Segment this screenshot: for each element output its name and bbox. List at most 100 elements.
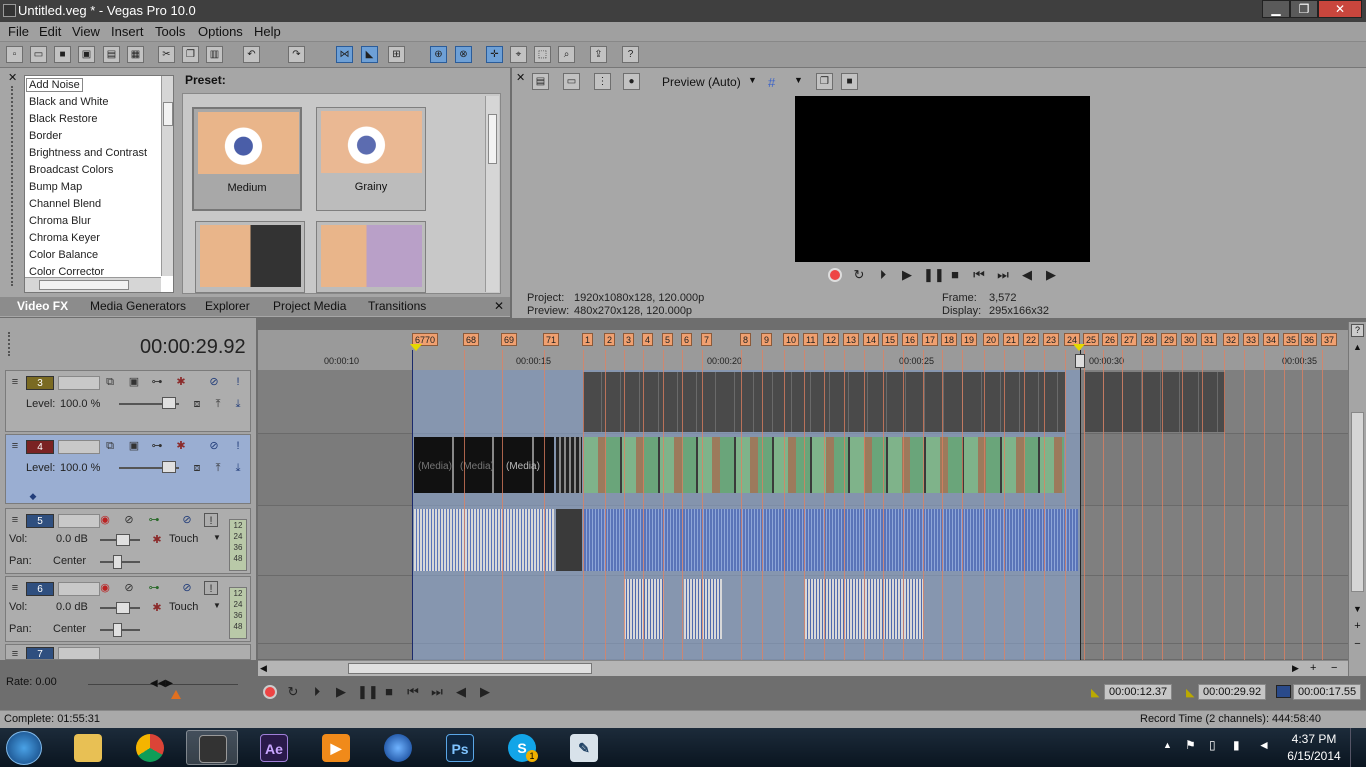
audio-waveform-event[interactable]	[414, 509, 554, 571]
copy-snapshot-icon[interactable]: ❐	[816, 73, 833, 90]
volume-slider-knob[interactable]	[116, 534, 130, 546]
scroll-right-icon[interactable]: ▶	[1292, 663, 1299, 674]
preset-scrollbar[interactable]	[485, 96, 499, 292]
zoom-tool-icon[interactable]: ⌕	[558, 46, 575, 63]
action-center-icon[interactable]: ⚑	[1185, 738, 1196, 752]
automation-icon[interactable]: ⧈	[190, 461, 204, 475]
hscroll-thumb[interactable]	[348, 663, 592, 674]
compositing-icon[interactable]: ▣	[127, 375, 141, 389]
device-icon[interactable]: ▯	[1209, 738, 1216, 752]
mute-icon[interactable]: ⊘	[207, 375, 221, 389]
menu-insert[interactable]: Insert	[111, 24, 144, 39]
track-header-3[interactable]: ≡ 3 ⧉ ▣ ⊶ ✱ ⊘ ! Level: 100.0 % ⧈ ⤒ ⤓	[5, 370, 251, 432]
menu-tools[interactable]: Tools	[155, 24, 185, 39]
expand-icon[interactable]: ⤒	[211, 461, 225, 475]
volume-icon[interactable]: ◄	[1258, 738, 1270, 752]
next-frame-icon[interactable]: ▶	[477, 684, 493, 700]
collapse-icon[interactable]: ⤓	[231, 461, 245, 475]
tab-project-media[interactable]: Project Media	[273, 299, 346, 313]
mute-icon[interactable]: ⊘	[180, 513, 194, 527]
rate-slider-knob[interactable]: ◀◀▶	[150, 678, 173, 689]
taskbar-vegas[interactable]	[186, 730, 238, 765]
track-fx-icon[interactable]: ⊶	[147, 581, 161, 595]
record-icon[interactable]	[263, 685, 277, 699]
track-fx-icon[interactable]: ✱	[174, 439, 188, 453]
maximize-button[interactable]: ❐	[1290, 0, 1318, 18]
split-screen-icon[interactable]: ●	[623, 73, 640, 90]
fx-item[interactable]: Channel Blend	[29, 198, 101, 210]
panel-grip[interactable]	[11, 86, 13, 286]
redo-icon[interactable]: ↷	[288, 46, 305, 63]
audio-waveform-event[interactable]	[624, 579, 664, 639]
go-to-start-icon[interactable]: ⏮	[405, 684, 421, 700]
project-video-properties-icon[interactable]: ▤	[532, 73, 549, 90]
copy-icon[interactable]: ❐	[182, 46, 199, 63]
save-snapshot-icon[interactable]: ■	[841, 73, 858, 90]
menu-options[interactable]: Options	[198, 24, 243, 39]
preset-4[interactable]	[316, 221, 426, 293]
video-event-strip[interactable]	[583, 372, 1065, 432]
zoom-out-icon[interactable]: −	[1351, 638, 1364, 651]
track-menu-icon[interactable]: ≡	[8, 439, 22, 453]
fx-item[interactable]: Chroma Blur	[29, 215, 91, 227]
selection-end-time[interactable]: 00:00:29.92	[1198, 684, 1267, 700]
start-button[interactable]	[6, 731, 42, 765]
scroll-left-icon[interactable]: ◀	[260, 663, 267, 674]
track-fx-icon[interactable]: ✱	[174, 375, 188, 389]
audio-waveform-event[interactable]	[805, 579, 923, 639]
menu-edit[interactable]: Edit	[39, 24, 61, 39]
chevron-down-icon[interactable]: ▼	[213, 601, 221, 610]
level-slider-knob[interactable]	[162, 397, 176, 409]
go-to-end-icon[interactable]: ⏭	[429, 684, 445, 700]
automation-settings-icon[interactable]: ✱	[150, 601, 164, 615]
lock-envelopes-icon[interactable]: ⊕	[430, 46, 447, 63]
zoom-in-icon[interactable]: +	[1310, 662, 1316, 674]
track-name-field[interactable]	[58, 376, 100, 390]
play-from-start-icon[interactable]: ⏵	[309, 684, 325, 700]
video-fx-icon[interactable]: ⋮	[594, 73, 611, 90]
track-header-6[interactable]: ≡ 6 ◉ ⊘ ⊶ ⊘ ! Vol: 0.0 dB ✱ Touch ▼ Pan:…	[5, 576, 251, 642]
compositing-icon[interactable]: ▣	[127, 439, 141, 453]
fx-item-add-noise[interactable]: Add Noise	[26, 78, 83, 92]
pan-slider-knob[interactable]	[113, 555, 122, 569]
cut-icon[interactable]: ✂	[158, 46, 175, 63]
fx-list-scrollbar[interactable]	[161, 76, 173, 276]
volume-slider-knob[interactable]	[116, 602, 130, 614]
fx-item[interactable]: Color Balance	[29, 249, 98, 261]
go-to-end-icon[interactable]: ⏭	[995, 267, 1011, 283]
fx-item[interactable]: Chroma Keyer	[29, 232, 100, 244]
video-event[interactable]	[556, 437, 582, 493]
track-name-field[interactable]	[58, 440, 100, 454]
auto-ripple-icon[interactable]: ⊞	[388, 46, 405, 63]
loop-playback-icon[interactable]: ↻	[851, 267, 867, 283]
track-motion-icon[interactable]: ⧉	[103, 439, 117, 453]
track-name-field[interactable]	[58, 582, 100, 596]
preset-3[interactable]	[195, 221, 305, 293]
track-name-field[interactable]	[58, 647, 100, 659]
selection-tool-icon[interactable]: ⬚	[534, 46, 551, 63]
external-monitor-icon[interactable]: ▭	[563, 73, 580, 90]
track-menu-icon[interactable]: ≡	[8, 375, 22, 389]
selection-length-time[interactable]: 00:00:17.55	[1293, 684, 1362, 700]
track-name-field[interactable]	[58, 514, 100, 528]
preview-quality-dropdown[interactable]: Preview (Auto)	[662, 75, 741, 89]
keyframe-icon[interactable]: ◆	[26, 489, 40, 503]
invert-phase-icon[interactable]: ⊘	[122, 581, 136, 595]
ignore-grouping-icon[interactable]: ⊗	[455, 46, 472, 63]
show-hidden-icons[interactable]: ▲	[1163, 740, 1172, 750]
new-icon[interactable]: ▫	[6, 46, 23, 63]
pause-icon[interactable]: ❚❚	[357, 684, 379, 700]
network-icon[interactable]: ▮	[1233, 738, 1240, 752]
mute-icon[interactable]: ⊘	[207, 439, 221, 453]
record-icon[interactable]	[828, 268, 842, 282]
arm-record-icon[interactable]: ◉	[98, 513, 112, 527]
play-from-start-icon[interactable]: ⏵	[875, 267, 891, 283]
close-panel-icon[interactable]: ✕	[8, 71, 17, 84]
loop-start-handle[interactable]	[410, 344, 422, 351]
render-icon[interactable]: ▤	[103, 46, 120, 63]
arm-record-icon[interactable]: ◉	[98, 581, 112, 595]
selection-start-time[interactable]: 00:00:12.37	[1104, 684, 1173, 700]
save-icon[interactable]: ■	[54, 46, 71, 63]
mute-icon[interactable]: ⊘	[180, 581, 194, 595]
solo-icon[interactable]: !	[231, 439, 245, 453]
